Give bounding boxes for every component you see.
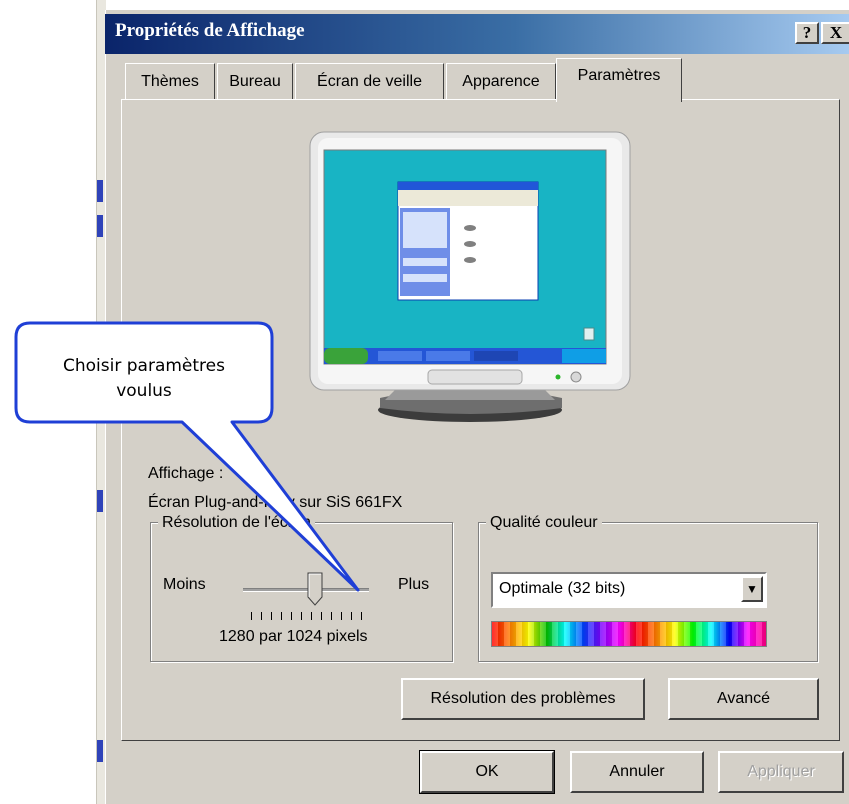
callout-line-1: Choisir paramètres bbox=[63, 356, 225, 376]
callout-bubble: Choisir paramètres voulus bbox=[20, 354, 268, 404]
callout-line-2: voulus bbox=[116, 381, 172, 401]
tab-settings[interactable]: Paramètres bbox=[556, 58, 682, 102]
